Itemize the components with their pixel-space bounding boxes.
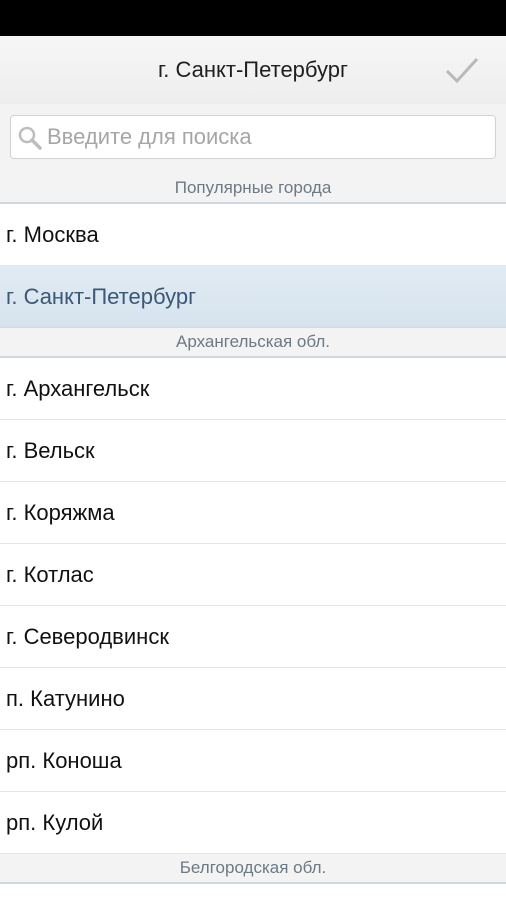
list-item-city-selected[interactable]: г. Санкт-Петербург	[0, 266, 506, 328]
search-input[interactable]	[47, 116, 487, 158]
search-icon	[18, 126, 42, 150]
confirm-button[interactable]	[440, 50, 484, 90]
city-list[interactable]: Популярные города г. Москва г. Санкт-Пет…	[0, 174, 506, 900]
list-item-city[interactable]: г. Вельск	[0, 420, 506, 482]
section-header: Белгородская обл.	[0, 854, 506, 884]
list-item-city[interactable]: г. Коряжма	[0, 482, 506, 544]
list-item-city[interactable]: п. Катунино	[0, 668, 506, 730]
section-header: Архангельская обл.	[0, 328, 506, 358]
list-item-city[interactable]: г. Котлас	[0, 544, 506, 606]
list-item-city[interactable]: г. Северодвинск	[0, 606, 506, 668]
list-item-city[interactable]: рп. Коноша	[0, 730, 506, 792]
section-header: Популярные города	[0, 174, 506, 204]
search-box[interactable]	[10, 115, 496, 159]
page-title: г. Санкт-Петербург	[157, 57, 349, 82]
search-bar	[0, 104, 506, 174]
status-bar	[0, 0, 506, 36]
checkmark-icon	[445, 57, 479, 84]
list-item-city[interactable]: г. Архангельск	[0, 358, 506, 420]
header-bar: г. Санкт-Петербург	[0, 36, 506, 104]
list-item-city[interactable]: г. Москва	[0, 204, 506, 266]
list-item-city[interactable]: рп. Кулой	[0, 792, 506, 854]
